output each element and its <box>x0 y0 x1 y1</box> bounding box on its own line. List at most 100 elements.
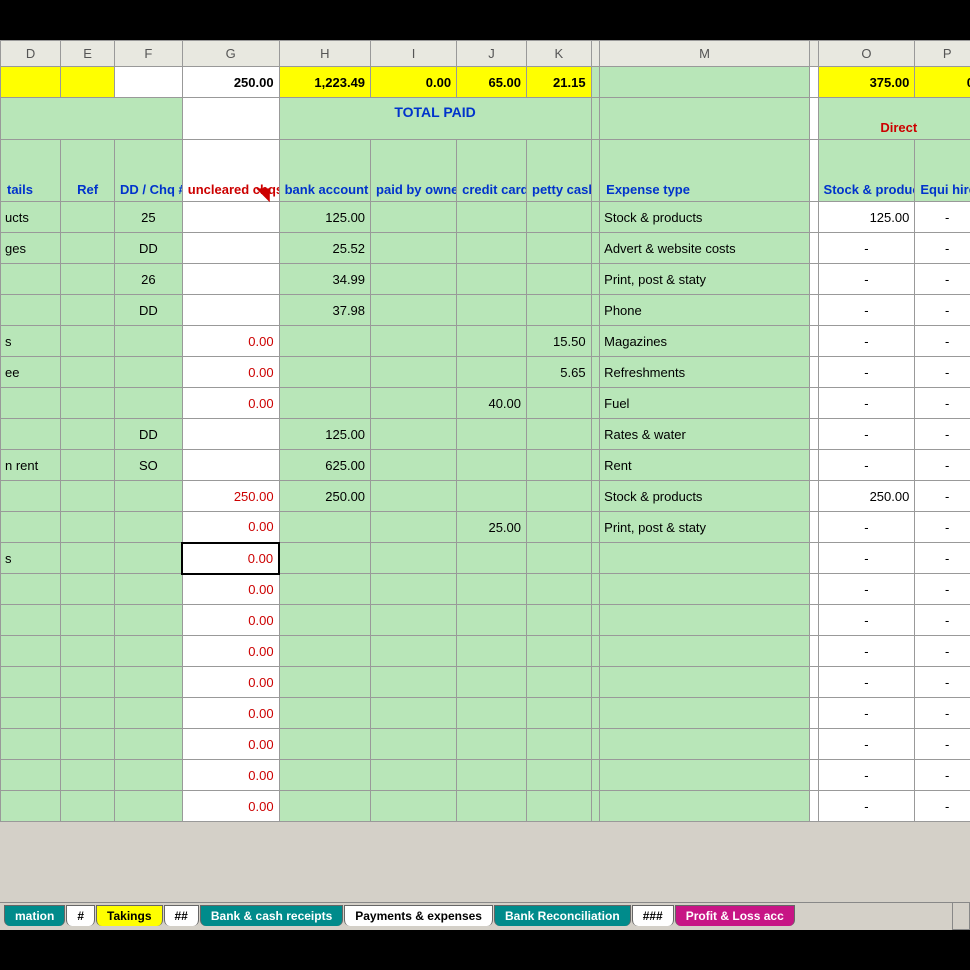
cell[interactable]: - <box>915 543 970 574</box>
cell[interactable]: 40.00 <box>457 388 527 419</box>
cell[interactable]: 0.00 <box>182 605 279 636</box>
cell[interactable]: - <box>818 233 915 264</box>
cell[interactable] <box>457 698 527 729</box>
cell[interactable] <box>527 791 592 822</box>
cell[interactable] <box>115 667 183 698</box>
cell[interactable] <box>457 636 527 667</box>
cell[interactable]: - <box>818 636 915 667</box>
cell[interactable]: 15.50 <box>527 326 592 357</box>
cell[interactable]: - <box>818 419 915 450</box>
cell[interactable]: 0.00 <box>182 760 279 791</box>
cell[interactable] <box>527 636 592 667</box>
cell[interactable] <box>457 667 527 698</box>
cell[interactable] <box>279 791 370 822</box>
cell[interactable] <box>457 233 527 264</box>
cell[interactable] <box>457 481 527 512</box>
cell[interactable] <box>371 543 457 574</box>
cell[interactable]: - <box>818 512 915 543</box>
cell[interactable]: - <box>915 202 970 233</box>
table-row[interactable]: 0.00-- <box>1 698 970 729</box>
table-row[interactable]: DD125.00Rates & water-- <box>1 419 970 450</box>
cell[interactable] <box>527 388 592 419</box>
cell[interactable] <box>371 481 457 512</box>
cell[interactable]: 250.00 <box>279 481 370 512</box>
table-row[interactable]: 0.00-- <box>1 667 970 698</box>
cell[interactable] <box>1 698 61 729</box>
cell[interactable] <box>279 512 370 543</box>
sheet-tab--[interactable]: ### <box>632 905 674 926</box>
cell[interactable] <box>279 667 370 698</box>
cell[interactable] <box>115 760 183 791</box>
cell[interactable] <box>457 543 527 574</box>
cell[interactable] <box>527 760 592 791</box>
cell[interactable]: - <box>915 419 970 450</box>
cell[interactable]: ges <box>1 233 61 264</box>
table-row[interactable]: 0.0040.00Fuel-- <box>1 388 970 419</box>
cell[interactable]: 0.00 <box>182 512 279 543</box>
cell[interactable] <box>1 667 61 698</box>
cell[interactable] <box>527 729 592 760</box>
cell[interactable]: - <box>915 357 970 388</box>
cell[interactable] <box>61 481 115 512</box>
cell[interactable] <box>182 450 279 481</box>
table-row[interactable]: 0.00-- <box>1 574 970 605</box>
cell[interactable] <box>61 233 115 264</box>
cell[interactable]: 625.00 <box>279 450 370 481</box>
cell[interactable] <box>371 729 457 760</box>
cell[interactable]: - <box>818 698 915 729</box>
cell[interactable] <box>371 450 457 481</box>
cell[interactable]: Phone <box>600 295 810 326</box>
cell[interactable] <box>457 605 527 636</box>
cell[interactable]: - <box>915 481 970 512</box>
cell[interactable] <box>1 419 61 450</box>
cell[interactable]: Magazines <box>600 326 810 357</box>
cell[interactable] <box>279 760 370 791</box>
cell[interactable] <box>115 791 183 822</box>
cell[interactable] <box>527 605 592 636</box>
cell[interactable] <box>115 512 183 543</box>
table-row[interactable]: ucts25125.00Stock & products125.00- <box>1 202 970 233</box>
col-header-M[interactable]: M <box>600 41 810 67</box>
cell[interactable] <box>1 512 61 543</box>
cell[interactable] <box>279 388 370 419</box>
totals-row[interactable]: 250.00 1,223.49 0.00 65.00 21.15 375.00 … <box>1 67 970 98</box>
cell[interactable] <box>371 326 457 357</box>
cell[interactable] <box>371 388 457 419</box>
cell[interactable]: ucts <box>1 202 61 233</box>
cell[interactable] <box>527 264 592 295</box>
cell[interactable] <box>457 264 527 295</box>
cell[interactable]: - <box>915 667 970 698</box>
sheet-tab-payments-expenses[interactable]: Payments & expenses <box>344 905 493 926</box>
sheet-tab-profit-loss-acc[interactable]: Profit & Loss acc <box>675 905 795 926</box>
cell[interactable]: SO <box>115 450 183 481</box>
spreadsheet-grid[interactable]: D E F G H I J K M O P 250.00 1,223.49 0.… <box>0 40 970 930</box>
cell[interactable] <box>1 574 61 605</box>
col-header-H[interactable]: H <box>279 41 370 67</box>
cell[interactable] <box>527 481 592 512</box>
table-row[interactable]: s0.00-- <box>1 543 970 574</box>
total-K[interactable]: 21.15 <box>527 67 592 98</box>
cell[interactable]: 0.00 <box>182 326 279 357</box>
cell[interactable] <box>371 605 457 636</box>
cell[interactable]: - <box>818 791 915 822</box>
cell[interactable] <box>182 202 279 233</box>
col-header-I[interactable]: I <box>371 41 457 67</box>
cell[interactable]: - <box>818 357 915 388</box>
table-row[interactable]: DD37.98Phone-- <box>1 295 970 326</box>
cell[interactable] <box>600 574 810 605</box>
cell[interactable]: - <box>915 233 970 264</box>
cell[interactable] <box>279 543 370 574</box>
table-row[interactable]: 0.00-- <box>1 791 970 822</box>
cell[interactable] <box>1 388 61 419</box>
cell[interactable] <box>600 698 810 729</box>
cell[interactable]: s <box>1 543 61 574</box>
cell[interactable] <box>61 729 115 760</box>
cell[interactable] <box>600 760 810 791</box>
cell[interactable]: - <box>915 295 970 326</box>
cell[interactable]: 0.00 <box>182 667 279 698</box>
cell[interactable]: - <box>915 512 970 543</box>
cell[interactable] <box>527 233 592 264</box>
cell[interactable] <box>61 791 115 822</box>
cell[interactable] <box>371 667 457 698</box>
cell[interactable]: 0.00 <box>182 729 279 760</box>
